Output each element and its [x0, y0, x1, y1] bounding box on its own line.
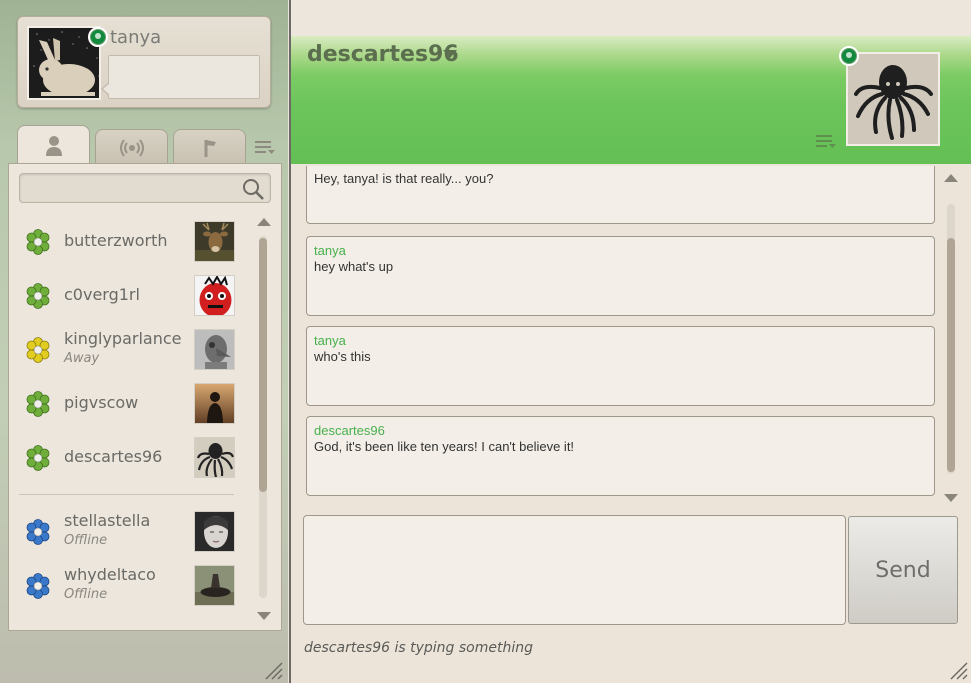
presence-flower-icon: [26, 337, 50, 363]
contact-name: whydeltaco: [64, 565, 156, 584]
face-avatar-image: [195, 512, 234, 551]
contact-item[interactable]: c0verg1rl: [23, 273, 243, 317]
contacts-sidebar: tanya butterzworth c0verg1rl kinglyparla…: [0, 0, 288, 683]
contact-avatar: [194, 437, 235, 478]
peer-avatar[interactable]: [846, 52, 940, 146]
silhouette-avatar-image: [195, 384, 234, 423]
title-strip: [291, 0, 971, 36]
contact-name: stellastella: [64, 511, 151, 530]
scroll-up-arrow-icon[interactable]: [257, 218, 271, 226]
message-sender: tanya: [314, 243, 346, 258]
presence-flower-icon: [26, 391, 50, 417]
send-button[interactable]: Send: [848, 516, 958, 624]
message-text: who's this: [314, 349, 371, 364]
contact-avatar: [194, 329, 235, 370]
contact-item[interactable]: pigvscow: [23, 381, 243, 425]
resize-grip-icon[interactable]: [947, 659, 969, 681]
contact-name: descartes96: [64, 447, 163, 466]
tab-contacts[interactable]: [17, 125, 90, 165]
typing-indicator: descartes96 is typing something: [304, 640, 534, 656]
flag-icon: [204, 139, 216, 157]
deer-avatar-image: [195, 222, 234, 261]
profile-name: tanya: [110, 27, 162, 48]
broadcast-icon: [119, 138, 144, 157]
tab-flag[interactable]: [173, 129, 246, 165]
contact-name: c0verg1rl: [64, 285, 140, 304]
section-divider: [19, 494, 234, 495]
list-menu-icon[interactable]: [254, 139, 276, 155]
presence-flower-icon: [26, 445, 50, 471]
contact-status: Offline: [64, 533, 108, 548]
message-sender: tanya: [314, 333, 346, 348]
scroll-thumb[interactable]: [259, 238, 267, 492]
profile-card: tanya: [17, 16, 271, 108]
message-bubble: tanya who's this: [306, 326, 935, 406]
resize-grip-icon[interactable]: [262, 659, 284, 681]
chevron-down-icon[interactable]: [443, 50, 457, 58]
message-text: hey what's up: [314, 259, 394, 274]
contact-avatar: [194, 565, 235, 606]
chat-header: descartes96: [291, 36, 971, 164]
presence-flower-icon: [26, 573, 50, 599]
scroll-thumb[interactable]: [947, 238, 955, 472]
contacts-scrollbar[interactable]: [257, 214, 271, 624]
message-text: God, it's been like ten years! I can't b…: [314, 439, 575, 454]
contact-item[interactable]: butterzworth: [23, 219, 243, 263]
contact-item[interactable]: kinglyparlance Away: [23, 327, 243, 371]
contact-avatar: [194, 275, 235, 316]
ufo-avatar-image: [195, 566, 234, 605]
message-input[interactable]: [303, 515, 846, 625]
presence-indicator: [88, 27, 108, 47]
search-input[interactable]: [26, 178, 236, 198]
red-monster-avatar-image: [195, 276, 234, 315]
octopus-avatar-image: [848, 54, 938, 144]
scroll-up-arrow-icon[interactable]: [944, 174, 958, 182]
octopus-avatar-image: [195, 438, 234, 477]
peer-presence-indicator: [839, 46, 859, 66]
messages-scrollbar[interactable]: [943, 170, 959, 506]
contact-item[interactable]: stellastella Offline: [23, 509, 243, 553]
scroll-down-arrow-icon[interactable]: [257, 612, 271, 620]
message-history: Hey, tanya! is that really... you? tanya…: [298, 166, 967, 508]
contact-status: Away: [64, 351, 100, 366]
chat-window: descartes96 Hey, tanya! is that really..…: [289, 0, 971, 683]
message-sender: descartes96: [314, 423, 385, 438]
scroll-down-arrow-icon[interactable]: [944, 494, 958, 502]
person-icon: [45, 135, 62, 156]
tab-broadcast[interactable]: [95, 129, 168, 165]
message-bubble: tanya hey what's up: [306, 236, 935, 316]
status-message-field[interactable]: [101, 55, 260, 99]
contact-item[interactable]: whydeltaco Offline: [23, 563, 243, 607]
contact-name: butterzworth: [64, 231, 168, 250]
contact-status: Offline: [64, 587, 108, 602]
contact-avatar: [194, 511, 235, 552]
chat-menu-icon[interactable]: [815, 133, 837, 149]
mask-avatar-image: [195, 330, 234, 369]
presence-flower-icon: [26, 229, 50, 255]
contact-name: kinglyparlance: [64, 329, 182, 348]
search-icon[interactable]: [241, 177, 265, 201]
contact-avatar: [194, 383, 235, 424]
contact-avatar: [194, 221, 235, 262]
presence-flower-icon: [26, 283, 50, 309]
chat-peer-name[interactable]: descartes96: [307, 42, 459, 67]
message-bubble: Hey, tanya! is that really... you?: [306, 166, 935, 224]
contacts-list-panel: butterzworth c0verg1rl kinglyparlance Aw…: [8, 163, 282, 631]
contact-name: pigvscow: [64, 393, 139, 412]
message-bubble: descartes96 God, it's been like ten year…: [306, 416, 935, 496]
contact-item[interactable]: descartes96: [23, 435, 243, 479]
message-text: Hey, tanya! is that really... you?: [314, 171, 494, 186]
search-box: [19, 173, 271, 203]
presence-flower-icon: [26, 519, 50, 545]
